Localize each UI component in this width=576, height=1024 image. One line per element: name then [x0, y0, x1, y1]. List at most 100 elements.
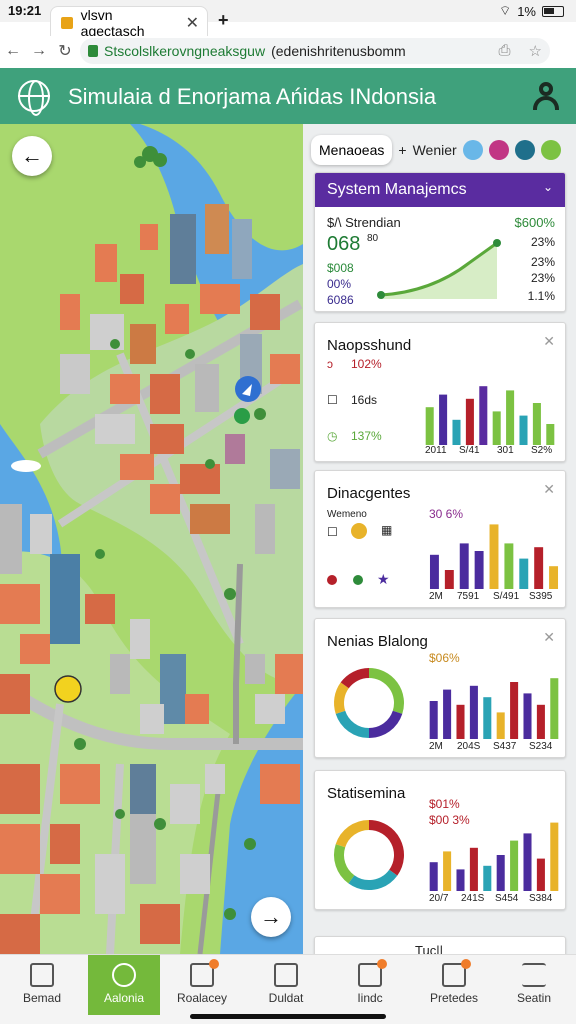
- new-tab-button[interactable]: +: [218, 10, 229, 31]
- nenias-donut-slice: [335, 710, 370, 738]
- nav-item-seatin[interactable]: Seatin: [498, 955, 570, 1015]
- diag-bar: [489, 524, 499, 589]
- nenias-bar-chart: [429, 678, 559, 739]
- nenias-card[interactable]: Nenias Blalong ✕ $06% 2M 204S S437 S234: [314, 618, 566, 758]
- diag-bar: [444, 570, 454, 589]
- stats-bar: [483, 865, 492, 891]
- nav-item-iindc[interactable]: Iindc: [334, 955, 406, 1015]
- dashboard-panel: Menaoeas + Wenier System Manajemcs ⌄ $/\…: [303, 124, 576, 954]
- nenias-donut-slice: [368, 668, 404, 714]
- refresh-icon: [351, 523, 367, 539]
- stats-bar: [443, 851, 452, 891]
- app-title: Simulaia d Enorjama Ańidas INdonsia: [68, 84, 437, 109]
- close-icon[interactable]: ✕: [186, 13, 199, 33]
- share-icon[interactable]: ⎙: [499, 42, 511, 60]
- snapshot-bar: [546, 424, 555, 445]
- nav-item-duldat[interactable]: Duldat: [250, 955, 322, 1015]
- instagram-icon[interactable]: [488, 140, 509, 160]
- stats-donut-slice: [368, 820, 404, 876]
- chip-secondary[interactable]: Wenier: [413, 142, 457, 158]
- nav-label: Duldat: [268, 991, 304, 1005]
- diagnostics-card-title: Dinacgentes: [327, 485, 411, 502]
- point-of-interest-icon[interactable]: [54, 675, 82, 703]
- system-right-value-3: 23%: [530, 271, 555, 285]
- square-icon: ☐: [327, 525, 338, 539]
- home-indicator[interactable]: [190, 1014, 386, 1019]
- grid-icon: [190, 959, 219, 987]
- nav-item-aalonia[interactable]: Aalonia: [88, 955, 160, 1015]
- home-icon: [30, 963, 54, 987]
- close-icon[interactable]: ✕: [543, 481, 555, 498]
- nenias-x-label-1: 2M: [429, 741, 443, 752]
- snapshot-bar: [439, 394, 448, 445]
- system-card-header: System Manajemcs ⌄: [315, 173, 565, 207]
- snapshot-row-1: 102%: [351, 357, 382, 371]
- stats-bar: [496, 855, 505, 891]
- star-icon: ★: [377, 571, 390, 587]
- diagnostics-card[interactable]: Dinacgentes ✕ Wemeno ☐ ▦ ★ 30 6% 2M 7591…: [314, 470, 566, 608]
- system-left-value-3: 6086: [327, 293, 354, 307]
- diag-bar: [504, 543, 514, 589]
- diagnostics-x-label-4: S395: [529, 591, 553, 602]
- chip-add-icon[interactable]: +: [398, 142, 406, 158]
- snapshot-bar: [452, 419, 461, 445]
- forward-arrow-icon[interactable]: →: [251, 897, 291, 937]
- city-map[interactable]: ← →: [0, 124, 303, 954]
- snapshot-x-label-4: S2%: [531, 445, 553, 456]
- green-dot-icon: [353, 575, 363, 585]
- statistics-card[interactable]: Statisemina $01% $00 3% 20/7 241S S454 S…: [314, 770, 566, 910]
- system-right-value-2: 23%: [530, 255, 555, 269]
- back-icon[interactable]: ←: [0, 42, 26, 60]
- statistics-pct-1: $01%: [429, 797, 460, 811]
- diag-bar: [474, 551, 484, 589]
- stats-donut-slice: [334, 844, 355, 884]
- nav-label: Pretedes: [429, 991, 479, 1005]
- star-icon[interactable]: ☆: [529, 42, 542, 60]
- phone-icon[interactable]: [540, 140, 561, 160]
- browser-tab[interactable]: vlsvn agectasch ✕: [50, 6, 208, 39]
- back-arrow-icon[interactable]: ←: [12, 136, 52, 176]
- diagnostics-sub: Wemeno: [327, 509, 367, 520]
- nav-label: Aalonia: [103, 991, 145, 1005]
- nav-item-roalacey[interactable]: Roalacey: [166, 955, 238, 1015]
- system-left-value-2: 00%: [327, 277, 352, 291]
- diagnostics-x-label-1: 2M: [429, 591, 443, 602]
- map-canvas[interactable]: [0, 124, 303, 954]
- lock-icon: [88, 45, 98, 57]
- nenias-bar: [496, 712, 505, 739]
- close-icon[interactable]: ✕: [543, 629, 555, 646]
- nav-item-pretedes[interactable]: Pretedes: [418, 955, 490, 1015]
- table-icon: [358, 959, 387, 987]
- reload-icon[interactable]: ↻: [52, 41, 78, 61]
- circle-icon[interactable]: [514, 140, 535, 160]
- chat-icon: [112, 963, 136, 987]
- nenias-bar: [456, 704, 465, 739]
- chip-primary[interactable]: Menaoeas: [311, 135, 393, 165]
- square-icon: ☐: [327, 393, 338, 407]
- partial-card[interactable]: Tuc||: [314, 936, 566, 954]
- account-icon[interactable]: [530, 80, 562, 112]
- nenias-bar: [510, 682, 519, 739]
- nav-item-bemad[interactable]: Bemad: [6, 955, 78, 1015]
- snapshot-bar: [425, 407, 434, 445]
- clock-icon: ◷: [327, 429, 338, 443]
- share-dot-icon[interactable]: [462, 140, 483, 160]
- diag-bar: [519, 558, 529, 589]
- chevron-icon[interactable]: ⌄: [543, 180, 553, 194]
- nenias-donut-slice: [334, 682, 349, 714]
- diag-bar: [459, 543, 469, 589]
- system-card-title: System Manajemcs: [327, 181, 467, 198]
- statistics-x-label-4: S384: [529, 893, 553, 904]
- statistics-card-title: Statisemina: [327, 785, 406, 802]
- snapshot-bar: [519, 415, 528, 445]
- partial-card-title: Tuc||: [415, 943, 443, 954]
- globe-icon[interactable]: [18, 80, 50, 116]
- nenias-donut-slice: [368, 710, 403, 738]
- stats-bar: [510, 840, 519, 891]
- snapshot-bar: [479, 386, 488, 445]
- system-card[interactable]: System Manajemcs ⌄ $/\ Strendian 068 80 …: [314, 172, 566, 312]
- close-icon[interactable]: ✕: [543, 333, 555, 350]
- snapshot-card[interactable]: Naopsshund ✕ ↄ 102% ☐ 16ds ◷ 137% 2011 S…: [314, 322, 566, 462]
- forward-icon[interactable]: →: [26, 42, 52, 60]
- url-bar[interactable]: Stscolslkerovngneaksguw (edenishritenusb…: [80, 38, 550, 64]
